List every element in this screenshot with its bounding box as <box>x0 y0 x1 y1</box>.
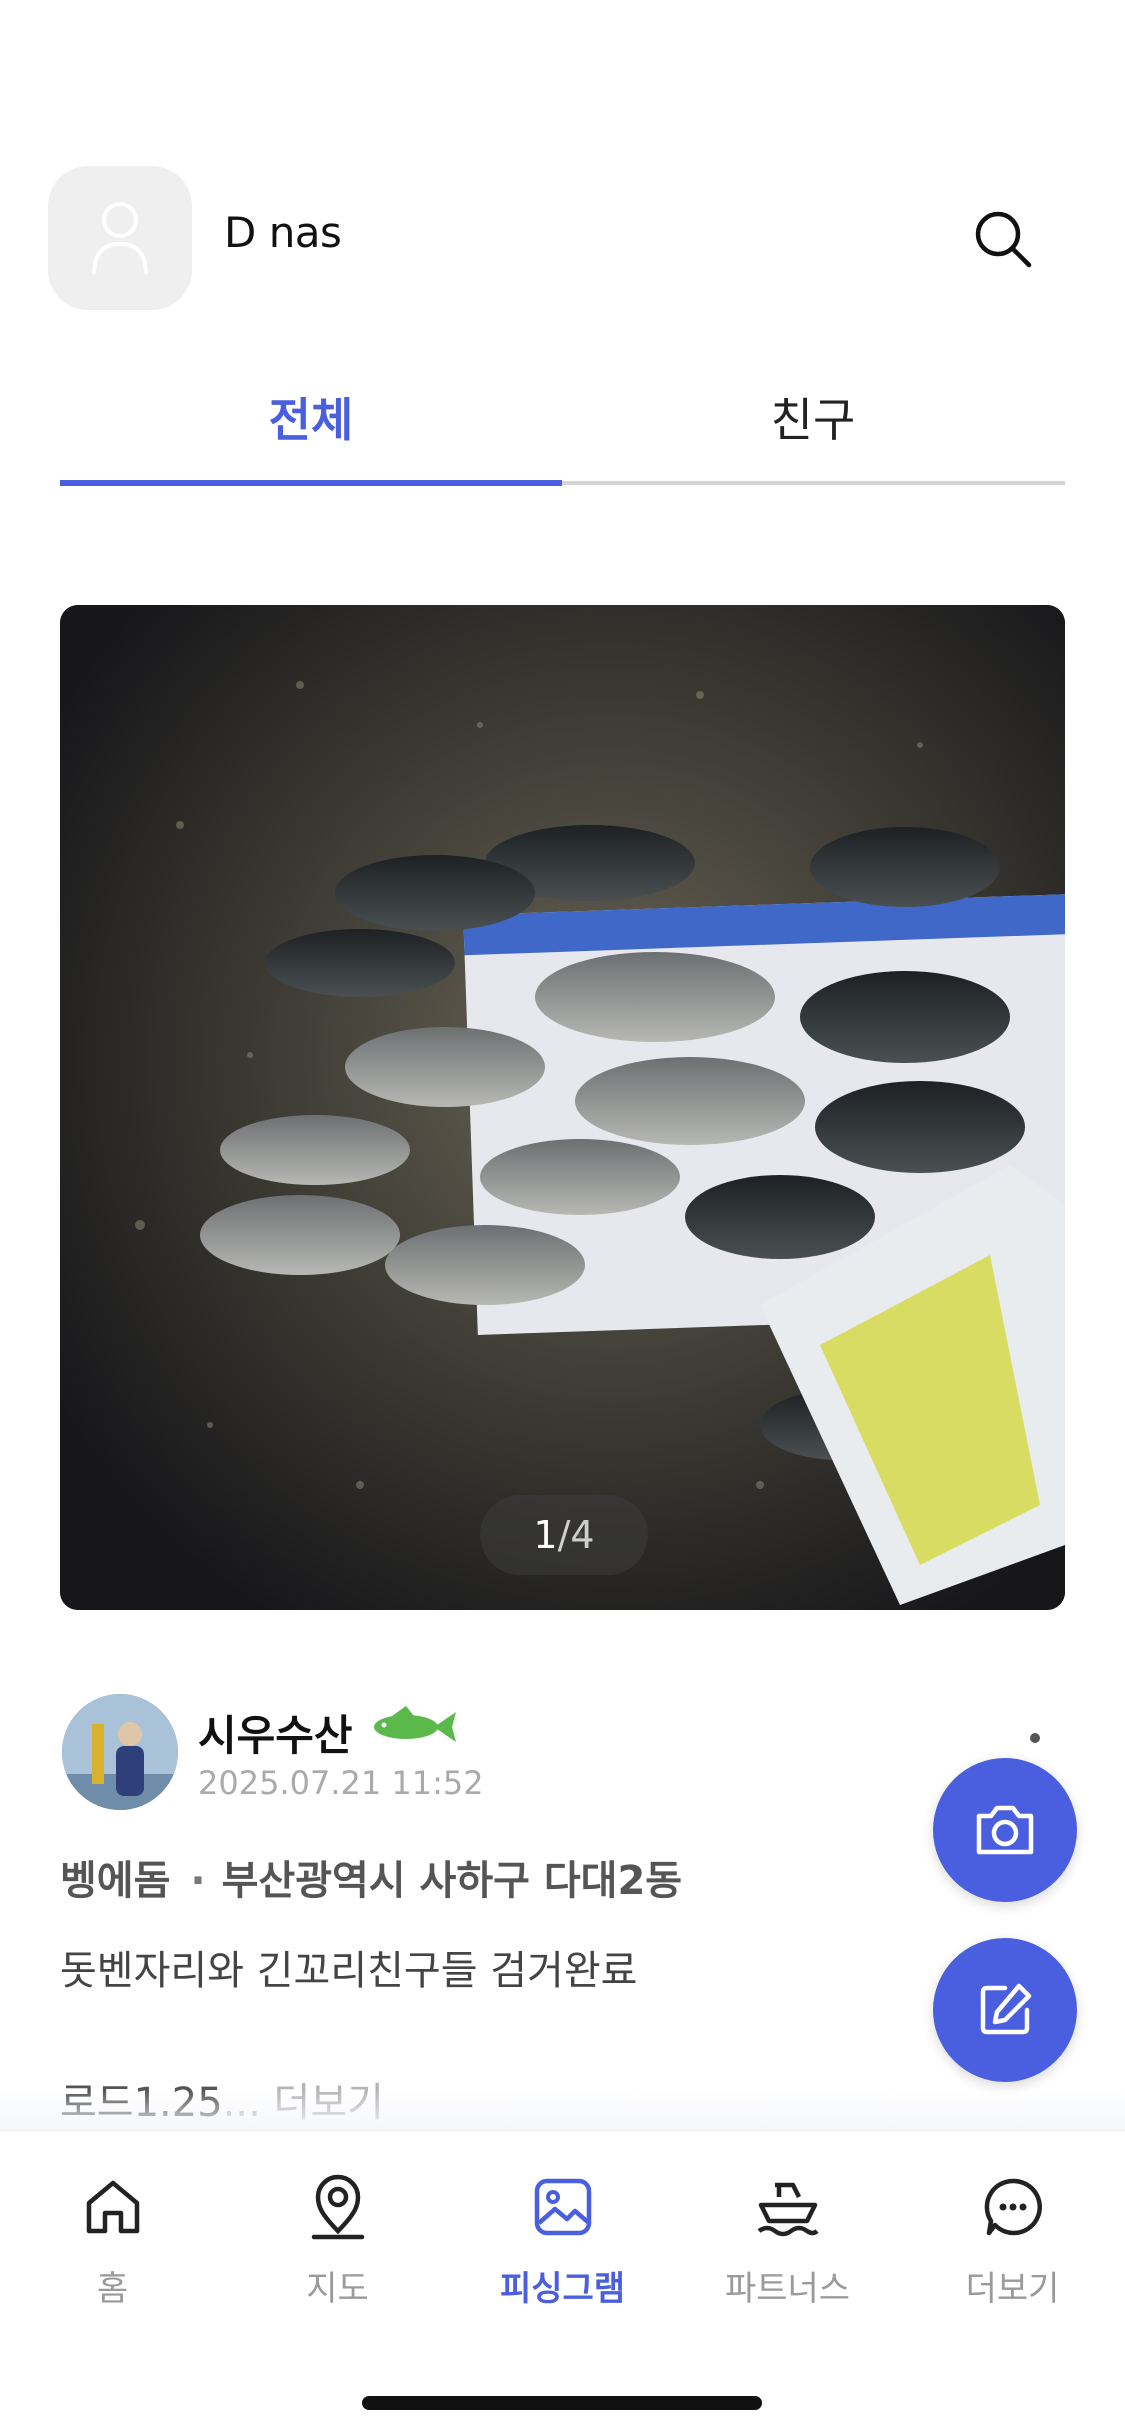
camera-fab-button[interactable] <box>933 1758 1077 1902</box>
image-icon <box>534 2178 591 2236</box>
species-label[interactable]: 벵에돔 <box>60 1858 170 1904</box>
edit-icon <box>980 1983 1032 2035</box>
location-separator: · <box>190 1858 206 1904</box>
write-post-fab-button[interactable] <box>933 1938 1077 2082</box>
author-name[interactable]: 시우수산 <box>198 1702 353 1763</box>
nav-label-more: 더보기 <box>965 2269 1060 2309</box>
post-author: 시우수산 2025.07.21 11:52 <box>60 1690 1065 1820</box>
user-avatar[interactable] <box>48 166 192 310</box>
profile-header: D nas <box>0 160 1125 310</box>
post-photo-carousel[interactable]: 1/4 <box>60 605 1065 1610</box>
nav-item-partners[interactable]: 파트너스 <box>675 2171 900 2321</box>
map-pin-icon <box>311 2174 364 2240</box>
search-icon <box>975 211 1032 268</box>
home-indicator <box>362 2396 762 2410</box>
tab-all[interactable]: 전체 <box>60 370 562 482</box>
camera-icon <box>976 1805 1034 1855</box>
catch-photo <box>60 605 1065 1610</box>
bottom-fade <box>0 2090 1125 2130</box>
tab-active-indicator <box>60 480 562 486</box>
post-timestamp: 2025.07.21 11:52 <box>198 1764 484 1802</box>
nav-label-map: 지도 <box>306 2269 369 2309</box>
tab-friends[interactable]: 친구 <box>562 370 1064 482</box>
image-counter-current: 1 <box>533 1513 558 1557</box>
chat-more-icon <box>984 2178 1042 2236</box>
search-button[interactable] <box>968 204 1038 274</box>
author-avatar[interactable] <box>62 1694 178 1810</box>
nav-item-home[interactable]: 홈 <box>0 2171 225 2321</box>
post-caption: 돗벤자리와 긴꼬리친구들 검거완료 <box>60 1948 638 1994</box>
nav-label-home: 홈 <box>96 2269 129 2309</box>
location-label[interactable]: 부산광역시 사하구 다대2동 <box>222 1858 682 1904</box>
home-icon <box>86 2180 139 2234</box>
fish-level-badge-icon <box>374 1706 456 1742</box>
boat-icon <box>757 2182 819 2237</box>
nav-item-fishingram[interactable]: 피싱그램 <box>450 2171 675 2321</box>
nav-label-fishingram: 피싱그램 <box>499 2269 626 2309</box>
feed-tabs: 전체 친구 <box>60 370 1065 486</box>
image-counter-total: 4 <box>570 1513 595 1557</box>
user-name: D nas <box>224 208 342 257</box>
nav-item-more[interactable]: 더보기 <box>900 2171 1125 2321</box>
nav-label-partners: 파트너스 <box>724 2269 851 2309</box>
image-counter: 1/4 <box>480 1495 648 1575</box>
post-location: 벵에돔 · 부산광역시 사하구 다대2동 <box>60 1848 682 1906</box>
image-counter-separator: / <box>557 1513 571 1557</box>
bottom-navigation: 홈 지도 피싱그램 파트너스 더보기 <box>0 2130 1125 2436</box>
person-icon <box>92 202 148 275</box>
nav-item-map[interactable]: 지도 <box>225 2171 450 2321</box>
author-avatar-image <box>62 1694 178 1810</box>
